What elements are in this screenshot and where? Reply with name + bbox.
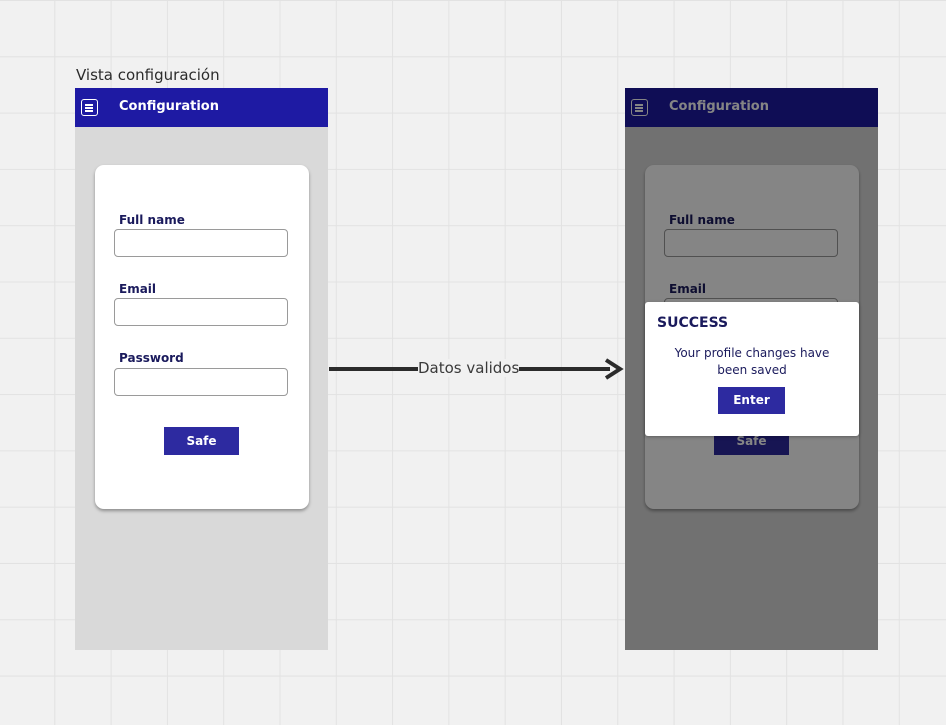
full-name-label: Full name (119, 213, 185, 227)
frame-title: Vista configuración (76, 66, 220, 84)
configuration-success-screen: Configuration Full name Email Safe SUCCE… (625, 88, 878, 650)
profile-form-card: Full name Email Password Safe (95, 165, 309, 509)
app-bar-title: Configuration (119, 99, 219, 114)
email-label: Email (119, 282, 157, 296)
full-name-input[interactable] (114, 229, 288, 257)
app-bar: Configuration (75, 88, 328, 127)
dialog-title: SUCCESS (657, 315, 729, 331)
dialog-message: Your profile changes have been saved (674, 346, 830, 377)
email-input[interactable] (114, 298, 288, 326)
hamburger-menu-icon[interactable] (81, 99, 98, 116)
password-label: Password (119, 351, 184, 365)
enter-button[interactable]: Enter (718, 387, 785, 414)
flow-arrow-label: Datos validos (418, 359, 520, 377)
safe-button[interactable]: Safe (164, 427, 239, 455)
configuration-screen: Configuration Full name Email Password S… (75, 88, 328, 650)
success-dialog: SUCCESS Your profile changes have been s… (645, 302, 859, 436)
password-input[interactable] (114, 368, 288, 396)
